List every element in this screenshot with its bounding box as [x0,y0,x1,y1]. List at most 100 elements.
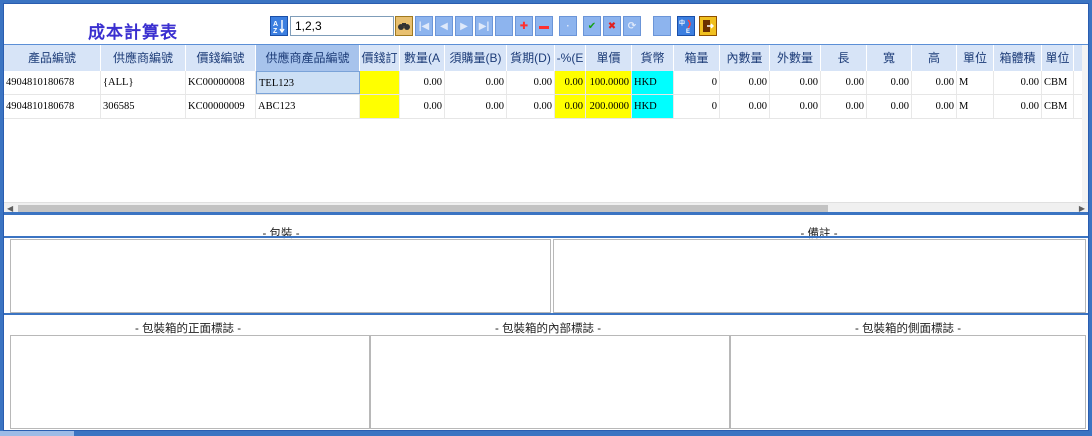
cell[interactable]: 0.00 [867,95,912,118]
col-header[interactable]: 產品編號 [4,45,101,71]
cell[interactable]: 100.0000 [586,71,632,94]
cell[interactable]: 4904810180678 [4,95,101,118]
front-mark-textarea[interactable] [10,335,370,429]
cell[interactable]: CBM [1042,71,1074,94]
confirm-icon[interactable]: ✔ [583,16,601,36]
cell[interactable] [360,95,400,118]
front-mark-label: - 包裝箱的正面標誌 - [134,323,242,335]
col-header[interactable]: 單位 [1042,45,1074,71]
col-header[interactable]: 內數量 [720,45,770,71]
status-strip [0,431,1092,436]
language-switch-icon[interactable]: 中E [677,16,695,36]
col-header[interactable]: 貨期(D) [507,45,555,71]
bottom-tab[interactable] [0,431,74,436]
svg-text:A: A [273,21,278,28]
cell[interactable]: 0.00 [400,71,445,94]
col-header[interactable]: 外數量 [770,45,821,71]
cell[interactable]: 0.00 [912,95,957,118]
blank-button[interactable] [495,16,513,36]
cell[interactable]: 200.0000 [586,95,632,118]
cell[interactable]: 0 [674,95,720,118]
cell[interactable]: 0.00 [867,71,912,94]
cell[interactable]: 0.00 [994,71,1042,94]
cell[interactable]: CBM [1042,95,1074,118]
vertical-scrollbar[interactable] [1082,45,1088,213]
cell[interactable]: 0.00 [555,71,586,94]
sort-az-icon[interactable]: AZ [270,16,288,36]
delete-record-icon[interactable]: ▬ [535,16,553,36]
cell[interactable]: ABC123 [256,95,360,118]
col-header[interactable]: 箱體積 [994,45,1042,71]
cell[interactable]: 306585 [101,95,186,118]
cost-grid: 產品編號 供應商編號 價錢編號 供應商產品編號 價錢訂 數量(A 須購量(B) … [4,44,1088,214]
col-header[interactable]: 價錢編號 [186,45,256,71]
col-header[interactable]: 單位 [957,45,994,71]
cell[interactable] [360,71,400,94]
cell[interactable]: HKD [632,95,674,118]
col-header[interactable]: 價錢訂 [360,45,400,71]
next-record-icon[interactable]: ▶ [455,16,473,36]
cell[interactable]: 4904810180678 [4,71,101,94]
table-row[interactable]: 4904810180678 {ALL} KC00000008 TEL123 0.… [4,71,1082,95]
svg-text:Z: Z [273,28,278,34]
cancel-icon[interactable]: ✖ [603,16,621,36]
cell-current[interactable]: TEL123 [256,71,360,94]
cell[interactable]: KC00000008 [186,71,256,94]
cell[interactable]: 0.00 [555,95,586,118]
grid-header: 產品編號 供應商編號 價錢編號 供應商產品編號 價錢訂 數量(A 須購量(B) … [4,45,1082,71]
packing-textarea[interactable] [10,239,551,313]
svg-text:中: 中 [679,19,685,27]
cell[interactable]: M [957,71,994,94]
col-header[interactable]: 供應商編號 [101,45,186,71]
add-record-icon[interactable]: ✚ [515,16,533,36]
table-row[interactable]: 4904810180678 306585 KC00000009 ABC123 0… [4,95,1082,119]
scroll-thumb[interactable] [18,205,828,212]
cell[interactable]: 0 [674,71,720,94]
col-header[interactable]: -%(E [555,45,586,71]
cell[interactable]: {ALL} [101,71,186,94]
refresh-icon[interactable]: ⟳ [623,16,641,36]
cell[interactable]: KC00000009 [186,95,256,118]
inner-mark-textarea[interactable] [370,335,730,429]
cell[interactable]: M [957,95,994,118]
cell[interactable]: 0.00 [821,95,867,118]
col-header[interactable]: 長 [821,45,867,71]
binoculars-icon[interactable] [395,16,413,36]
exit-icon[interactable] [699,16,717,36]
col-header[interactable]: 數量(A [400,45,445,71]
side-mark-textarea[interactable] [730,335,1086,429]
first-record-icon[interactable]: |◀ [415,16,433,36]
col-header[interactable]: 貨幣 [632,45,674,71]
cell[interactable]: 0.00 [720,95,770,118]
page-title: 成本計算表 [88,23,178,42]
cell[interactable]: 0.00 [770,71,821,94]
toolbar: 成本計算表 AZ |◀ ◀ ▶ ▶| ✚ ▬ · ✔ ✖ ⟳ 中E [4,4,1088,44]
cell[interactable]: 0.00 [400,95,445,118]
side-mark-label: - 包裝箱的側面標誌 - [854,323,962,335]
edit-record-icon[interactable]: · [559,16,577,36]
cell[interactable]: 0.00 [507,71,555,94]
col-header[interactable]: 箱量 [674,45,720,71]
cell[interactable]: 0.00 [770,95,821,118]
prev-record-icon[interactable]: ◀ [435,16,453,36]
cell[interactable]: 0.00 [994,95,1042,118]
col-header[interactable]: 寬 [867,45,912,71]
splitter[interactable] [4,212,1088,215]
remarks-textarea[interactable] [553,239,1086,313]
col-header[interactable]: 高 [912,45,957,71]
cell[interactable]: 0.00 [507,95,555,118]
blank-button-2[interactable] [653,16,671,36]
sort-order-input[interactable] [290,16,394,36]
cell[interactable]: 0.00 [720,71,770,94]
inner-mark-label: - 包裝箱的內部標誌 - [494,323,602,335]
cell[interactable]: 0.00 [912,71,957,94]
cell[interactable]: 0.00 [445,95,507,118]
cell[interactable]: HKD [632,71,674,94]
cell[interactable]: 0.00 [821,71,867,94]
col-header[interactable]: 須購量(B) [445,45,507,71]
col-header[interactable]: 供應商產品編號 [256,45,360,71]
divider [4,236,1088,238]
last-record-icon[interactable]: ▶| [475,16,493,36]
col-header[interactable]: 單價 [586,45,632,71]
cell[interactable]: 0.00 [445,71,507,94]
